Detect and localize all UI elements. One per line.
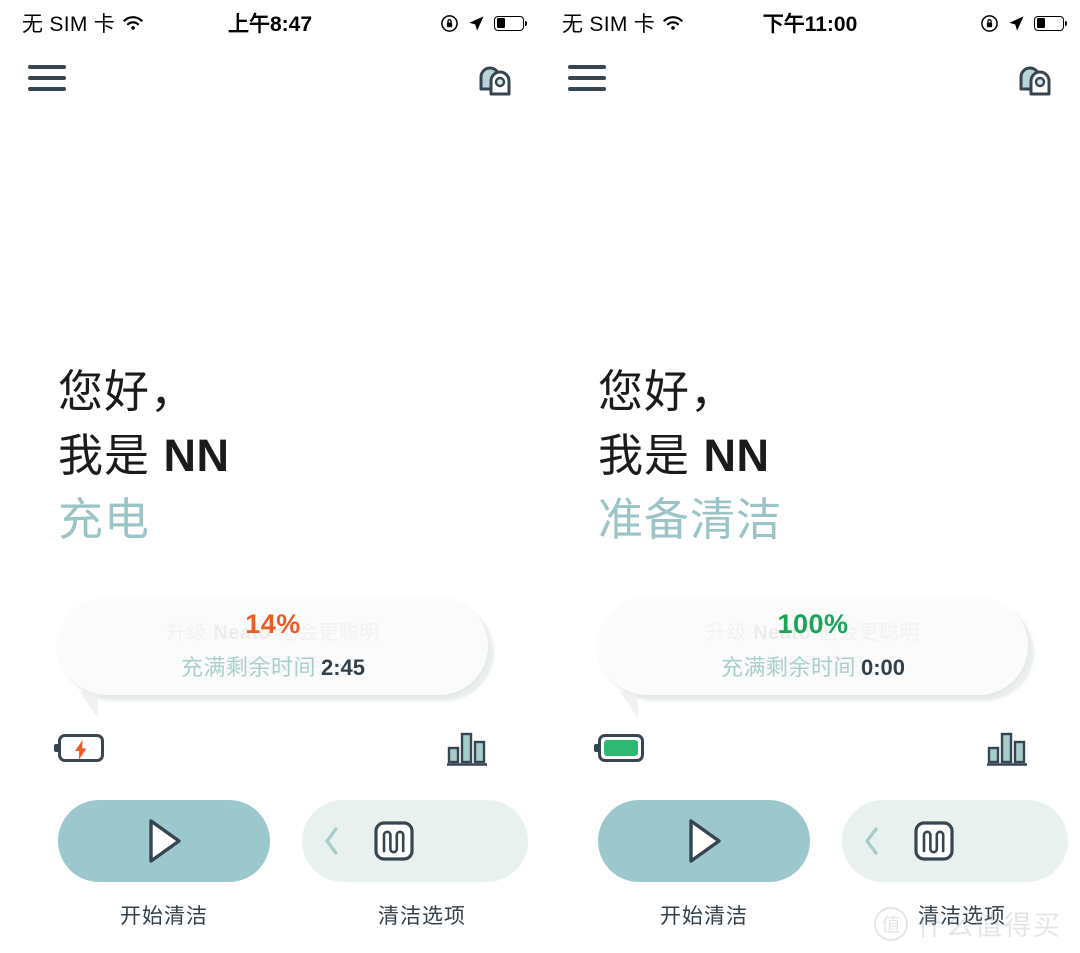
- zigzag-path-icon: [914, 821, 954, 861]
- status-battery-icon: [1034, 15, 1068, 31]
- robot-status-text: 充电: [58, 493, 151, 545]
- cleaning-options-button[interactable]: [302, 800, 528, 882]
- greeting-line-1: 您好，: [58, 366, 197, 417]
- wifi-icon: [663, 15, 683, 30]
- cleaning-options-button[interactable]: [842, 800, 1068, 882]
- bar-chart-icon[interactable]: [446, 728, 488, 768]
- robot-status-text: 准备清洁: [598, 493, 783, 545]
- start-cleaning-button[interactable]: [598, 800, 810, 882]
- robot-vacuum-icon[interactable]: [472, 56, 518, 100]
- status-bar-right: [440, 14, 528, 33]
- zigzag-path-icon: [374, 821, 414, 861]
- status-battery-icon: [494, 15, 528, 31]
- status-bar-right: [980, 14, 1068, 33]
- promo-prefix: 升级: [706, 622, 754, 644]
- watermark-text: 什么值得买: [917, 911, 1062, 941]
- charge-eta-value: 2:45: [320, 654, 366, 680]
- charge-eta-label: 充满剩余时间: [720, 654, 856, 680]
- status-bar: 无 SIM 卡 上午8:47: [0, 0, 540, 46]
- battery-percent: 14%: [245, 608, 301, 639]
- status-bar: 无 SIM 卡 下午11:00: [540, 0, 1080, 46]
- rotation-lock-icon: [441, 14, 458, 32]
- charge-eta: 充满剩余时间 2:45: [181, 650, 365, 682]
- phone-screen-left: 无 SIM 卡 上午8:47 您好， 我是 NN 充电 升级 Neato 他会更…: [0, 0, 540, 953]
- cleaning-options-action: 清洁选项: [302, 800, 528, 930]
- chevron-left-icon[interactable]: [862, 826, 882, 856]
- greeting-prefix: 我是: [58, 429, 164, 481]
- status-bar-left: 无 SIM 卡: [562, 8, 684, 38]
- greeting-line-2: 我是 NN: [598, 424, 782, 488]
- watermark-badge-icon: 值: [874, 906, 908, 941]
- play-icon: [149, 819, 181, 863]
- battery-full-icon[interactable]: [593, 734, 644, 762]
- bar-chart-icon[interactable]: [986, 728, 1028, 768]
- hamburger-menu-icon[interactable]: [568, 65, 606, 91]
- greeting-line-1: 您好，: [598, 366, 737, 417]
- carrier-label: 无 SIM 卡: [562, 13, 656, 36]
- robot-vacuum-icon[interactable]: [1012, 56, 1058, 100]
- start-cleaning-label: 开始清洁: [120, 905, 208, 928]
- rotation-lock-icon: [981, 14, 998, 32]
- greeting-prefix: 我是: [598, 429, 704, 481]
- charge-eta-label: 充满剩余时间: [180, 654, 316, 680]
- play-icon: [689, 819, 721, 863]
- battery-percent: 100%: [777, 608, 849, 639]
- location-arrow-icon: [469, 15, 484, 31]
- dual-screenshot-container: 无 SIM 卡 上午8:47 您好， 我是 NN 充电 升级 Neato 他会更…: [0, 0, 1080, 953]
- location-arrow-icon: [1009, 15, 1024, 31]
- start-cleaning-action: 开始清洁: [598, 800, 810, 930]
- site-watermark: 值 什么值得买: [874, 904, 1062, 943]
- greeting-block: 您好， 我是 NN 准备清洁: [598, 360, 782, 551]
- action-bar: 开始清洁 清洁选项: [58, 800, 528, 930]
- status-bubble-wrapper: 升级 Neato 他会更聪明 他会更聪明 100% 充满剩余时间 0:00: [598, 597, 1034, 718]
- wifi-icon: [123, 15, 143, 30]
- robot-name: NN: [703, 429, 770, 481]
- lightning-bolt-icon: [75, 739, 87, 760]
- hamburger-menu-icon[interactable]: [28, 65, 66, 91]
- robot-name: NN: [163, 429, 230, 481]
- status-bubble-card[interactable]: 升级 Neato 他会更聪明 他会更聪明 100% 充满剩余时间 0:00: [598, 597, 1028, 695]
- status-bubble-card[interactable]: 升级 Neato 他会更聪明 他会更聪明 14% 充满剩余时间 2:45: [58, 597, 488, 695]
- app-bar: [540, 46, 1080, 110]
- charge-eta-value: 0:00: [860, 654, 906, 680]
- status-bubble-wrapper: 升级 Neato 他会更聪明 他会更聪明 14% 充满剩余时间 2:45: [58, 597, 494, 718]
- start-cleaning-label: 开始清洁: [660, 905, 748, 928]
- promo-prefix: 升级: [166, 622, 214, 644]
- charge-eta: 充满剩余时间 0:00: [721, 650, 905, 682]
- app-bar: [0, 46, 540, 110]
- phone-screen-right: 无 SIM 卡 下午11:00 您好， 我是 NN 准备清洁 升级 Neato …: [540, 0, 1080, 953]
- battery-charging-icon[interactable]: [53, 734, 104, 762]
- carrier-label: 无 SIM 卡: [22, 13, 116, 36]
- greeting-line-2: 我是 NN: [58, 424, 230, 488]
- chevron-left-icon[interactable]: [322, 826, 342, 856]
- status-icon-row: [593, 728, 1028, 768]
- start-cleaning-action: 开始清洁: [58, 800, 270, 930]
- status-bar-left: 无 SIM 卡: [22, 8, 144, 38]
- status-icon-row: [53, 728, 488, 768]
- bubble-tail: [80, 692, 98, 718]
- cleaning-options-label: 清洁选项: [378, 905, 466, 928]
- start-cleaning-button[interactable]: [58, 800, 270, 882]
- bubble-tail: [620, 692, 638, 718]
- greeting-block: 您好， 我是 NN 充电: [58, 360, 230, 551]
